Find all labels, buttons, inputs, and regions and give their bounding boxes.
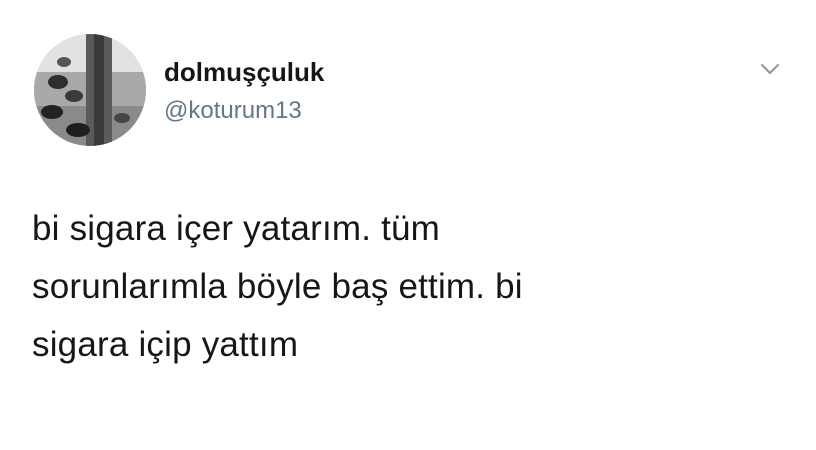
- tweet-text: bi sigara içer yatarım. tüm sorunlarımla…: [32, 200, 772, 374]
- user-handle[interactable]: @koturum13: [164, 96, 302, 126]
- avatar[interactable]: [34, 34, 146, 146]
- tweet-text-line: sorunlarımla böyle baş ettim. bi: [32, 267, 523, 306]
- tweet-card: dolmuşçuluk @koturum13 bi sigara içer ya…: [0, 0, 816, 450]
- avatar-photo: [34, 34, 146, 146]
- tweet-text-line: bi sigara içer yatarım. tüm: [32, 209, 441, 248]
- chevron-down-icon[interactable]: [756, 58, 784, 80]
- display-name[interactable]: dolmuşçuluk: [164, 56, 324, 88]
- tweet-text-line: sigara içip yattım: [32, 325, 299, 364]
